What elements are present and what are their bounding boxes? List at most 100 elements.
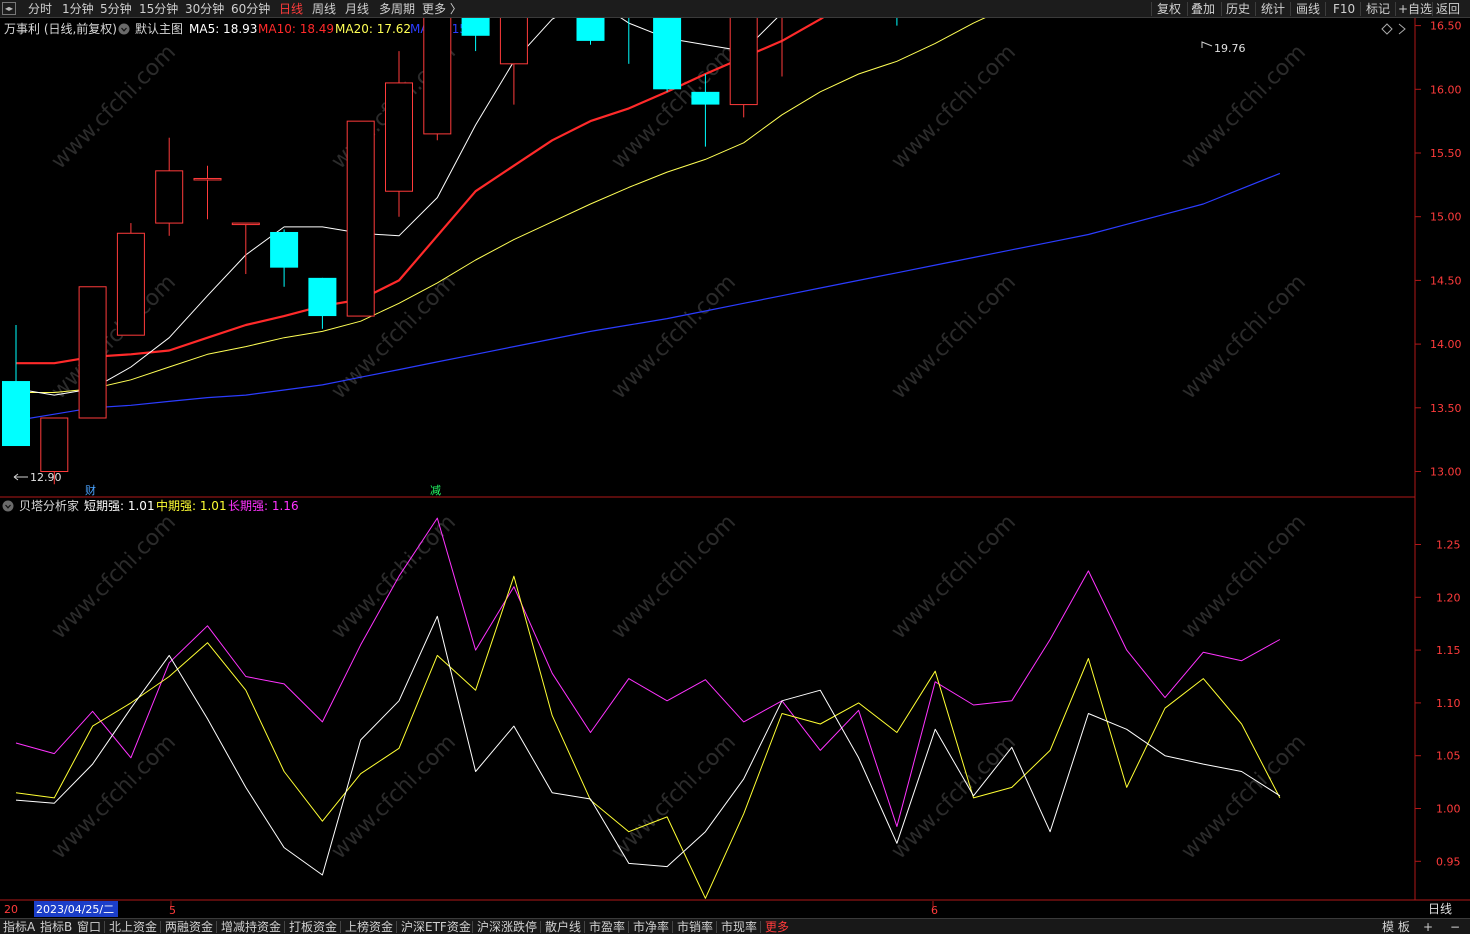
tab-retail-line[interactable]: 散户线 xyxy=(545,919,581,934)
period-tab-active[interactable]: 日线 xyxy=(279,1,303,17)
candlesticks xyxy=(2,18,898,485)
zoom-in-button[interactable]: + xyxy=(1423,919,1433,934)
zoom-out-button[interactable]: − xyxy=(1450,919,1460,934)
tab-more[interactable]: 更多 xyxy=(765,919,789,934)
more-periods-button[interactable]: 更多 〉 xyxy=(422,1,462,17)
tab-pb[interactable]: 市净率 xyxy=(633,919,669,934)
indicator-name: 贝塔分析家 xyxy=(19,498,79,513)
tab-pe[interactable]: 市盈率 xyxy=(589,919,625,934)
sub-legend: 贝塔分析家 短期强: 1.01 中期强: 1.01 长期强: 1.16 xyxy=(2,498,299,513)
back-button[interactable]: 返回 xyxy=(1436,1,1460,17)
high-marker: 19.76 xyxy=(1201,41,1246,55)
price-tick-label: 13.50 xyxy=(1430,402,1462,415)
short-strength-label: 短期强: 1.01 xyxy=(84,499,155,513)
period-tab[interactable]: 周线 xyxy=(312,1,336,17)
watermark-text: www.cfchi.com xyxy=(1177,40,1311,174)
long-strength-line xyxy=(15,517,1281,827)
candle-body-up xyxy=(78,286,107,419)
template-label: 默认主图 xyxy=(135,21,183,36)
collapse-icon[interactable]: ◂▸ xyxy=(2,2,16,15)
period-tab[interactable]: 1分钟 xyxy=(62,1,94,17)
tab-limit-updown[interactable]: 沪深涨跌停 xyxy=(477,919,537,934)
period-tab[interactable]: 多周期 xyxy=(379,1,415,17)
tab-pcf[interactable]: 市现率 xyxy=(721,919,757,934)
watermark-text: www.cfchi.com xyxy=(887,730,1021,864)
indicator-lines xyxy=(15,517,1281,899)
candle-body-down xyxy=(691,91,720,105)
candle-body-up xyxy=(499,18,528,65)
period-tab[interactable]: 5分钟 xyxy=(100,1,132,17)
indicator-tick-label: 1.25 xyxy=(1436,539,1461,552)
indicator-tick-label: 1.10 xyxy=(1436,697,1461,710)
price-tick-label: 16.50 xyxy=(1430,20,1462,33)
tab-margin[interactable]: 两融资金 xyxy=(165,919,213,934)
indicator-tick-label: 1.05 xyxy=(1436,750,1461,763)
period-tab[interactable]: 月线 xyxy=(345,1,369,17)
diamond-icon[interactable] xyxy=(1381,23,1393,35)
watermark-text: www.cfchi.com xyxy=(887,270,1021,404)
svg-text:20: 20 xyxy=(4,903,18,916)
watermark-text: www.cfchi.com xyxy=(1177,270,1311,404)
mid-strength-label: 中期强: 1.01 xyxy=(156,498,227,513)
tab-limitup-funds[interactable]: 打板资金 xyxy=(289,919,337,934)
candle-body-down xyxy=(308,277,337,317)
tab-indicator-b[interactable]: 指标B xyxy=(40,919,72,934)
period-toolbar: ◂▸ 分时 1分钟 5分钟 15分钟 30分钟 60分钟 日线 周线 月线 多周… xyxy=(0,0,1470,18)
add-watchlist-button[interactable]: +自选 xyxy=(1398,1,1432,17)
main-legend: 万事利 (日线,前复权) 默认主图 MA5: 18.93 MA10: 18.49… xyxy=(4,21,1406,36)
overlay-button[interactable]: 叠加 xyxy=(1191,1,1215,17)
ma60-line xyxy=(15,172,1281,422)
watermark-text: www.cfchi.com xyxy=(607,730,741,864)
price-axis: 19.5019.0018.5018.0017.5017.0016.5016.00… xyxy=(1415,20,1462,479)
mark-button[interactable]: 标记 xyxy=(1366,1,1390,17)
chevron-right-icon[interactable] xyxy=(1398,23,1406,35)
finance-event-marker[interactable]: 财 xyxy=(85,483,96,497)
month-label: 5 xyxy=(169,904,176,917)
tab-window[interactable]: 窗口 xyxy=(77,919,101,934)
candle-body-down xyxy=(461,18,490,36)
candle-body-up xyxy=(116,232,145,336)
period-tab[interactable]: 60分钟 xyxy=(231,1,270,17)
indicator-axis: 1.25 1.20 1.15 1.10 1.05 1.00 0.95 xyxy=(1415,539,1461,868)
history-button[interactable]: 历史 xyxy=(1226,1,1250,17)
watermark-text: www.cfchi.com xyxy=(47,510,181,644)
indicator-dropdown-icon[interactable] xyxy=(2,500,14,512)
month-label: 6 xyxy=(931,904,938,917)
watermark-text: www.cfchi.com xyxy=(1177,730,1311,864)
tab-toplist[interactable]: 上榜资金 xyxy=(345,919,393,934)
watermark-text: www.cfchi.com xyxy=(887,40,1021,174)
draw-button[interactable]: 画线 xyxy=(1296,1,1320,17)
candle-body-up xyxy=(193,177,222,181)
ma20-line xyxy=(16,18,986,393)
chart-canvas[interactable]: www.cfchi.com www.cfchi.com www.cfchi.com w… xyxy=(0,18,1470,918)
ma10-label: MA10: 18.49 xyxy=(258,22,334,36)
stock-title: 万事利 (日线,前复权) xyxy=(4,21,117,36)
price-tick-label: 14.50 xyxy=(1430,274,1462,287)
candle-body-up xyxy=(231,222,260,226)
stock-chart-window: ◂▸ 分时 1分钟 5分钟 15分钟 30分钟 60分钟 日线 周线 月线 多周… xyxy=(0,0,1470,934)
template-button[interactable]: 模 板 xyxy=(1382,919,1410,934)
tab-holdings-change[interactable]: 增减持资金 xyxy=(221,919,281,934)
indicator-tick-label: 1.00 xyxy=(1436,803,1461,816)
fuquan-button[interactable]: 复权 xyxy=(1157,1,1181,17)
period-indicator: 日线 xyxy=(1428,902,1452,916)
tab-etf-funds[interactable]: 沪深ETF资金 xyxy=(401,919,471,934)
indicator-tick-label: 0.95 xyxy=(1436,855,1461,868)
tab-ps[interactable]: 市销率 xyxy=(677,919,713,934)
candle-body-up xyxy=(155,170,184,224)
tab-northbound[interactable]: 北上资金 xyxy=(109,919,157,934)
template-dropdown-icon[interactable] xyxy=(118,23,130,35)
candle-body-down xyxy=(576,18,605,41)
low-marker: 12.90 xyxy=(13,471,62,484)
f10-button[interactable]: F10 xyxy=(1333,1,1355,17)
watermark-text: www.cfchi.com xyxy=(607,510,741,644)
reduce-event-marker[interactable]: 减 xyxy=(430,484,441,497)
period-tab[interactable]: 分时 xyxy=(28,1,52,17)
watermark-text: www.cfchi.com xyxy=(327,730,461,864)
stats-button[interactable]: 统计 xyxy=(1261,1,1285,17)
tab-indicator-a[interactable]: 指标A xyxy=(3,919,35,934)
candle-body-up xyxy=(423,18,452,135)
indicator-tick-label: 1.20 xyxy=(1436,591,1461,604)
period-tab[interactable]: 30分钟 xyxy=(185,1,224,17)
period-tab[interactable]: 15分钟 xyxy=(139,1,178,17)
